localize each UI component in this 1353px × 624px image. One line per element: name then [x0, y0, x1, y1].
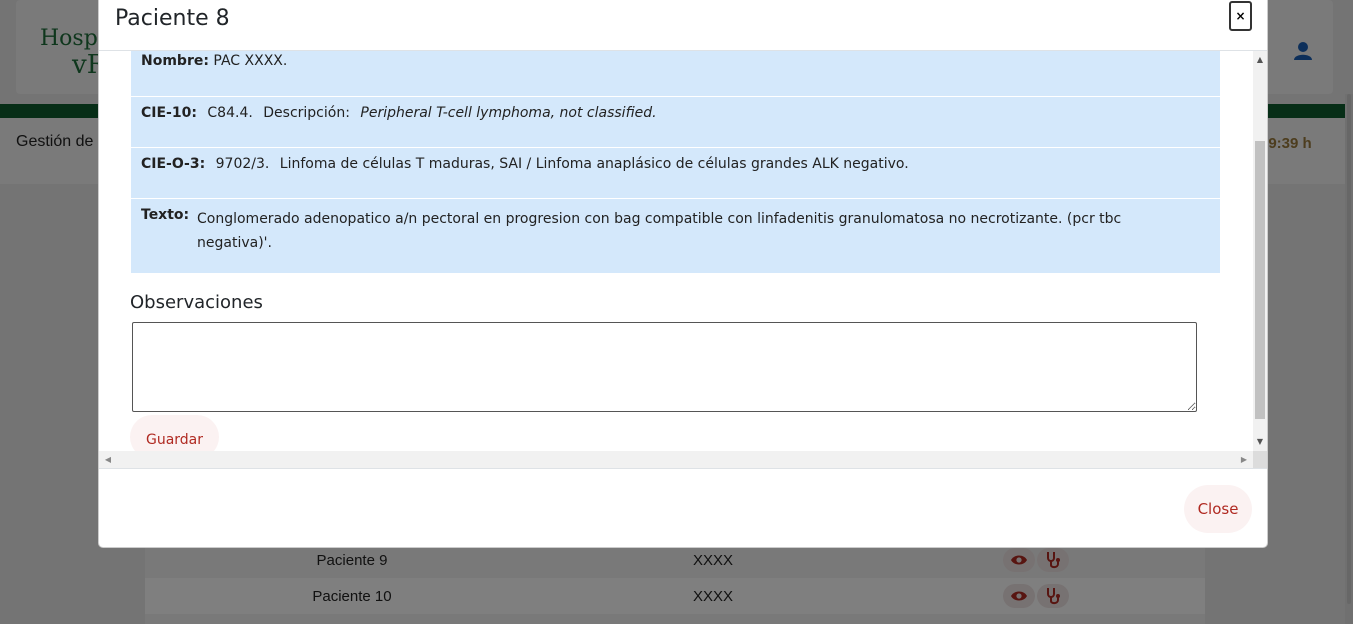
- cieo3-label: CIE-O-3:: [141, 156, 206, 172]
- patient-modal: Paciente 8 × Nombre: PAC XXXX. CIE-10: C…: [98, 0, 1268, 548]
- scroll-left-arrow-icon[interactable]: ◀: [101, 451, 115, 468]
- diagnosis-info: Nombre: PAC XXXX. CIE-10: C84.4. Descrip…: [131, 51, 1220, 273]
- cie10-desc-label: Descripción:: [263, 105, 350, 121]
- cie10-label: CIE-10:: [141, 105, 197, 121]
- scroll-right-arrow-icon[interactable]: ▶: [1237, 451, 1251, 468]
- divider: [99, 468, 1267, 469]
- observaciones-label: Observaciones: [130, 292, 263, 313]
- info-row-cie10: CIE-10: C84.4. Descripción: Peripheral T…: [131, 97, 1220, 148]
- info-row-texto: Texto: Conglomerado adenopatico a/n pect…: [131, 199, 1220, 273]
- modal-title: Paciente 8: [115, 6, 230, 31]
- scrollbar-corner: [1253, 451, 1267, 468]
- modal-body-scroll: Nombre: PAC XXXX. CIE-10: C84.4. Descrip…: [99, 51, 1267, 468]
- cie10-desc: Peripheral T-cell lymphoma, not classifi…: [360, 105, 657, 121]
- vertical-scrollbar-thumb[interactable]: [1255, 141, 1265, 419]
- close-x-button[interactable]: ×: [1229, 1, 1252, 31]
- scroll-up-arrow-icon[interactable]: ▲: [1253, 53, 1267, 67]
- info-row-cieo3: CIE-O-3: 9702/3. Linfoma de células T ma…: [131, 148, 1220, 199]
- scroll-down-arrow-icon[interactable]: ▼: [1253, 435, 1267, 449]
- cieo3-code: 9702/3.: [215, 156, 270, 172]
- info-row-nombre: Nombre: PAC XXXX.: [131, 51, 1220, 97]
- cie10-code: C84.4.: [207, 105, 253, 121]
- cieo3-desc: Linfoma de células T maduras, SAI / Linf…: [279, 156, 909, 172]
- texto-label: Texto:: [141, 207, 190, 223]
- nombre-label: Nombre:: [141, 53, 209, 69]
- observaciones-textarea[interactable]: [132, 322, 1197, 412]
- modal-horizontal-scrollbar[interactable]: ◀ ▶: [99, 451, 1267, 468]
- modal-vertical-scrollbar[interactable]: ▲ ▼: [1253, 51, 1267, 451]
- nombre-value: PAC XXXX.: [213, 53, 288, 69]
- close-button[interactable]: Close: [1184, 485, 1252, 533]
- texto-value: Conglomerado adenopatico a/n pectoral en…: [197, 211, 1122, 251]
